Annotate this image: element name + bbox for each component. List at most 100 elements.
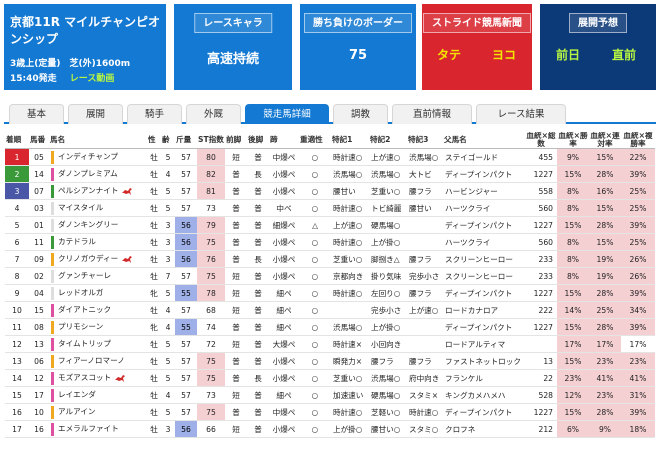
sex-cell: 牡 (147, 182, 161, 200)
tab-horse-details[interactable]: 競走馬詳細 (245, 104, 329, 124)
age-cell: 5 (161, 352, 175, 370)
blood-ren-cell: 25% (589, 301, 621, 319)
horse-name[interactable]: ペルシアンナイト (58, 186, 118, 195)
horse-name[interactable]: レイエンダ (58, 390, 96, 399)
stride-newspaper-button[interactable]: ストライド競馬新聞 (423, 13, 531, 33)
note3-cell: 腰フラ (407, 182, 443, 200)
hindleg-cell: 普 (247, 301, 269, 319)
note3-cell: 府中向き (407, 369, 443, 387)
weight-cell: 56 (175, 233, 197, 251)
horse-name[interactable]: アルアイン (58, 407, 96, 416)
horse-name[interactable]: ダイアトニック (58, 305, 111, 314)
tab-pre-race-info[interactable]: 直前情報 (392, 104, 472, 124)
horse-name[interactable]: グァンチャーレ (58, 271, 111, 280)
rank-cell: 1 (5, 148, 29, 166)
note2-cell: 左回り○ (369, 284, 407, 302)
race-character-card: レースキャラ 高速持続 (174, 4, 292, 90)
frame-color-bar (51, 184, 54, 198)
horse-name-cell[interactable]: レイエンダ (49, 386, 147, 404)
foreleg-cell: 短 (225, 284, 247, 302)
number-cell: 01 (29, 216, 49, 234)
heavy-aptitude-cell: ○ (299, 199, 331, 217)
horse-name[interactable]: プリモシーン (58, 322, 103, 331)
frame-color-bar (51, 286, 54, 300)
horse-name-cell[interactable]: ペルシアンナイト (49, 182, 147, 200)
note2-cell: 完歩小さ (369, 301, 407, 319)
age-cell: 5 (161, 182, 175, 200)
frame-color-bar (51, 201, 54, 215)
st-index-cell: 79 (197, 216, 225, 234)
col-sex: 性 (147, 132, 161, 149)
heavy-aptitude-cell: ○ (299, 335, 331, 353)
horse-name-cell[interactable]: マイスタイル (49, 199, 147, 217)
frame-color-bar (51, 150, 54, 164)
horse-name-cell[interactable]: モズアスコット (49, 369, 147, 387)
race-character-value: 高速持続 (206, 52, 259, 67)
just-before-link[interactable]: 直前 (612, 46, 636, 63)
foreleg-cell: 普 (225, 233, 247, 251)
yoko-link[interactable]: ヨコ (492, 46, 516, 63)
col-blood-win: 血統×勝率 (557, 132, 589, 149)
note2-cell: 上が速○ (369, 148, 407, 166)
horse-name-cell[interactable]: ダイアトニック (49, 301, 147, 319)
hoof-cell: 中ベ (269, 199, 299, 217)
age-cell: 7 (161, 267, 175, 285)
race-video-link[interactable]: レース動画 (70, 74, 115, 84)
hoof-cell: 細ペ (269, 318, 299, 336)
horse-name[interactable]: カテドラル (58, 237, 96, 246)
horse-name[interactable]: レッドオルガ (58, 288, 103, 297)
horse-name-cell[interactable]: エメラルファイト (49, 420, 147, 438)
tab-development[interactable]: 展開 (68, 104, 123, 124)
horse-name-cell[interactable]: フィアーノロマーノ (49, 352, 147, 370)
note2-cell: 芝重い○ (369, 182, 407, 200)
previous-day-link[interactable]: 前日 (556, 46, 580, 63)
horse-name-cell[interactable]: ダノンプレミアム (49, 165, 147, 183)
table-row: 9 04 レッドオルガ牝 5 55 78 短普細ペ ○ 時計速○ 左回り○ 腰フラ ディープインパクト… (5, 284, 655, 302)
horse-name[interactable]: ダノンプレミアム (58, 169, 118, 178)
weight-cell: 57 (175, 301, 197, 319)
horse-name-cell[interactable]: インディチャンプ (49, 148, 147, 166)
hindleg-cell: 普 (247, 284, 269, 302)
note1-cell: 時計速○ (331, 199, 369, 217)
horse-name[interactable]: フィアーノロマーノ (58, 356, 125, 365)
horse-name-cell[interactable]: アルアイン (49, 403, 147, 421)
st-index-cell: 75 (197, 267, 225, 285)
blood-win-cell: 15% (557, 403, 589, 421)
note3-cell (407, 216, 443, 234)
sire-cell: キングカメハメハ (443, 386, 525, 404)
sex-cell: 牡 (147, 148, 161, 166)
number-cell: 02 (29, 267, 49, 285)
st-index-cell: 75 (197, 369, 225, 387)
horse-name[interactable]: マイスタイル (58, 203, 103, 212)
tab-race-results[interactable]: レース結果 (476, 104, 566, 124)
horse-name-cell[interactable]: プリモシーン (49, 318, 147, 336)
heavy-aptitude-cell: ○ (299, 420, 331, 438)
foreleg-cell: 普 (225, 182, 247, 200)
pace-forecast-button[interactable]: 展開予想 (569, 13, 627, 33)
border-button[interactable]: 勝ち負けのボーダー (304, 13, 412, 33)
tab-basic[interactable]: 基本 (9, 104, 64, 124)
horse-name-cell[interactable]: グァンチャーレ (49, 267, 147, 285)
horse-name-cell[interactable]: ダノンキングリー (49, 216, 147, 234)
weight-cell: 57 (175, 386, 197, 404)
horse-name[interactable]: タイムトリップ (58, 339, 111, 348)
horse-name[interactable]: インディチャンプ (58, 152, 118, 161)
horse-name-cell[interactable]: タイムトリップ (49, 335, 147, 353)
rank-cell: 8 (5, 267, 29, 285)
horse-name-cell[interactable]: カテドラル (49, 233, 147, 251)
tab-jockey[interactable]: 騎手 (127, 104, 182, 124)
tab-outside-stable[interactable]: 外厩 (186, 104, 241, 124)
rank-cell: 3 (5, 182, 29, 200)
horse-name[interactable]: ダノンキングリー (58, 220, 118, 229)
horse-name-cell[interactable]: レッドオルガ (49, 284, 147, 302)
blood-fuku-cell: 31% (621, 386, 655, 404)
horse-name[interactable]: クリノガウディー (58, 254, 118, 263)
horse-name[interactable]: モズアスコット (58, 373, 111, 382)
tate-link[interactable]: タテ (437, 46, 461, 63)
tab-training[interactable]: 調教 (333, 104, 388, 124)
horse-name-cell[interactable]: クリノガウディー (49, 250, 147, 268)
note1-cell (331, 301, 369, 319)
sex-cell: 牡 (147, 216, 161, 234)
race-character-button[interactable]: レースキャラ (194, 13, 272, 33)
horse-name[interactable]: エメラルファイト (58, 424, 119, 433)
